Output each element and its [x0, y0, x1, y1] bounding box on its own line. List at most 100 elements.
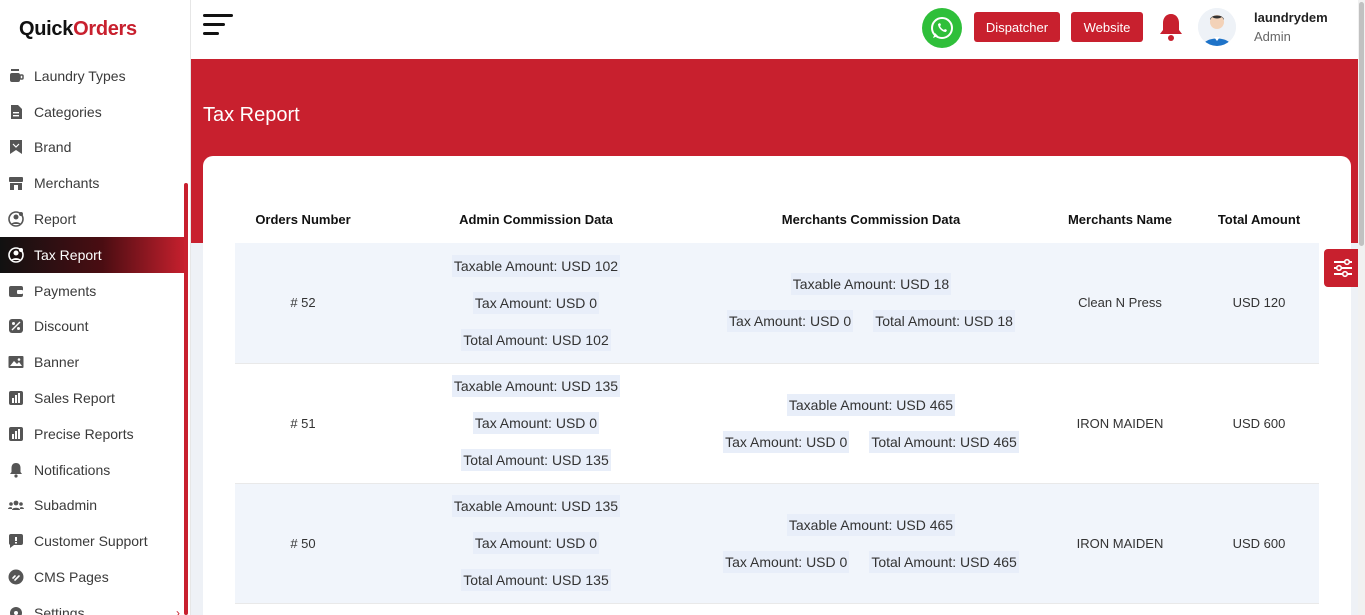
logo-text-part1: Quick	[19, 17, 74, 40]
sidebar-item-notifications[interactable]: Notifications	[0, 452, 190, 488]
order-number: # 52	[235, 243, 371, 364]
menu-toggle-icon[interactable]	[203, 14, 235, 38]
sidebar-scrollbar[interactable]	[184, 183, 188, 615]
sidebar-item-sales-report[interactable]: Sales Report	[0, 380, 190, 416]
filter-sliders-icon[interactable]	[1324, 249, 1362, 287]
user-name[interactable]: laundrydem	[1254, 10, 1328, 25]
users-icon	[8, 497, 24, 513]
cup-icon	[8, 68, 24, 84]
merchant-name: Clean N Press	[1041, 243, 1199, 364]
sidebar-item-label: Discount	[34, 318, 89, 335]
page-scrollbar[interactable]	[1358, 0, 1365, 615]
sidebar-item-payments[interactable]: Payments	[0, 273, 190, 309]
column-header: Merchants Commission Data	[781, 212, 961, 227]
merchant-taxable-amount: Taxable Amount: USD 18	[790, 273, 952, 296]
admin-commission-cell: Taxable Amount: USD 102 Tax Amount: USD …	[371, 243, 701, 364]
admin-taxable-amount: Taxable Amount: USD 135	[451, 495, 621, 517]
merchant-tax-amount: Tax Amount: USD 0	[723, 550, 850, 573]
merchant-commission-cell: Taxable Amount: USD 465 Tax Amount: USD …	[701, 483, 1041, 604]
sidebar-item-banner[interactable]: Banner	[0, 344, 190, 380]
admin-tax-amount: Tax Amount: USD 0	[472, 412, 600, 434]
admin-commission-cell: Taxable Amount: USD 135 Tax Amount: USD …	[371, 483, 701, 604]
image-icon	[8, 354, 24, 370]
chevron-right-icon: ›	[176, 605, 180, 615]
notification-bell-icon[interactable]	[1157, 12, 1185, 42]
whatsapp-icon[interactable]	[922, 8, 962, 48]
admin-taxable-amount: Taxable Amount: USD 102	[451, 254, 621, 277]
sidebar-item-label: Customer Support	[34, 533, 148, 550]
table-header-row: Orders Number Admin Commission Data Merc…	[235, 196, 1319, 243]
sidebar-item-report[interactable]: Report	[0, 201, 190, 237]
chart-icon	[8, 426, 24, 442]
user-avatar[interactable]	[1198, 8, 1236, 46]
total-amount: USD 600	[1199, 363, 1319, 484]
sidebar-item-precise-reports[interactable]: Precise Reports	[0, 416, 190, 452]
merchant-name: IRON MAIDEN	[1041, 483, 1199, 604]
app-logo[interactable]: QuickOrders	[0, 0, 190, 58]
admin-total-amount: Total Amount: USD 135	[461, 569, 611, 591]
bell-icon	[8, 462, 24, 478]
order-number: # 50	[235, 483, 371, 604]
total-amount: USD 120	[1199, 243, 1319, 364]
sidebar-item-merchants[interactable]: Merchants	[0, 165, 190, 201]
merchant-total-amount: Total Amount: USD 18	[873, 310, 1015, 333]
table-row: # 51 Taxable Amount: USD 135 Tax Amount:…	[235, 363, 1319, 484]
admin-taxable-amount: Taxable Amount: USD 135	[451, 375, 621, 397]
sidebar-item-discount[interactable]: Discount	[0, 309, 190, 345]
chat-icon	[8, 533, 24, 549]
table-row: # 52 Taxable Amount: USD 102 Tax Amount:…	[235, 243, 1319, 364]
admin-tax-amount: Tax Amount: USD 0	[472, 291, 600, 314]
column-header: Orders Number	[255, 212, 351, 227]
gear-icon	[8, 605, 24, 615]
merchant-tax-amount: Tax Amount: USD 0	[727, 310, 854, 333]
sidebar-item-customer-support[interactable]: Customer Support	[0, 523, 190, 559]
user-report-icon	[8, 211, 24, 227]
percent-icon	[8, 318, 24, 334]
sidebar-item-subadmin[interactable]: Subadmin	[0, 488, 190, 524]
sidebar-item-settings[interactable]: Settings ›	[0, 595, 190, 615]
sidebar-item-label: Merchants	[34, 175, 100, 192]
page-scrollbar-thumb[interactable]	[1359, 2, 1364, 246]
sidebar-item-brand[interactable]: Brand	[0, 130, 190, 166]
sidebar-item-label: Tax Report	[34, 246, 102, 263]
sidebar-item-label: Categories	[34, 103, 102, 120]
tax-report-table: Orders Number Admin Commission Data Merc…	[235, 196, 1319, 604]
column-header: Merchants Name	[1067, 212, 1173, 227]
sidebar-item-label: Payments	[34, 282, 97, 299]
logo-text-part2: Orders	[73, 17, 137, 40]
bookmark-icon	[8, 139, 24, 155]
sidebar-item-categories[interactable]: Categories	[0, 94, 190, 130]
column-header: Admin Commission Data	[459, 212, 613, 227]
sidebar-item-label: Brand	[34, 139, 72, 156]
wallet-icon	[8, 283, 24, 299]
chart-icon	[8, 390, 24, 406]
merchant-commission-cell: Taxable Amount: USD 465 Tax Amount: USD …	[701, 363, 1041, 484]
column-header: Total Amount	[1217, 212, 1301, 227]
merchant-total-amount: Total Amount: USD 465	[869, 550, 1019, 573]
admin-total-amount: Total Amount: USD 135	[461, 449, 611, 471]
sidebar-item-tax-report[interactable]: Tax Report	[0, 236, 186, 273]
total-amount: USD 600	[1199, 483, 1319, 604]
merchant-name: IRON MAIDEN	[1041, 363, 1199, 484]
order-number: # 51	[235, 363, 371, 484]
sidebar-item-label: CMS Pages	[34, 569, 109, 586]
user-report-icon	[8, 247, 24, 263]
sidebar-item-laundry-types[interactable]: Laundry Types	[0, 58, 190, 94]
sidebar-item-label: Precise Reports	[34, 425, 134, 442]
user-role: Admin	[1254, 29, 1291, 44]
dispatcher-button[interactable]: Dispatcher	[974, 12, 1060, 42]
tax-report-card: Orders Number Admin Commission Data Merc…	[203, 156, 1351, 615]
page-title: Tax Report	[203, 104, 300, 126]
sidebar-item-cms-pages[interactable]: CMS Pages	[0, 559, 190, 595]
merchant-taxable-amount: Taxable Amount: USD 465	[786, 393, 956, 416]
top-bar: Dispatcher Website laundrydem Admin	[191, 0, 1365, 59]
document-icon	[8, 104, 24, 120]
admin-tax-amount: Tax Amount: USD 0	[472, 532, 600, 554]
website-button[interactable]: Website	[1071, 12, 1143, 42]
sidebar-item-label: Subadmin	[34, 497, 98, 514]
merchant-tax-amount: Tax Amount: USD 0	[723, 430, 850, 453]
sidebar-item-label: Laundry Types	[34, 67, 126, 84]
merchant-total-amount: Total Amount: USD 465	[869, 430, 1019, 453]
sidebar-item-label: Banner	[34, 354, 80, 371]
sidebar-item-label: Notifications	[34, 461, 111, 478]
